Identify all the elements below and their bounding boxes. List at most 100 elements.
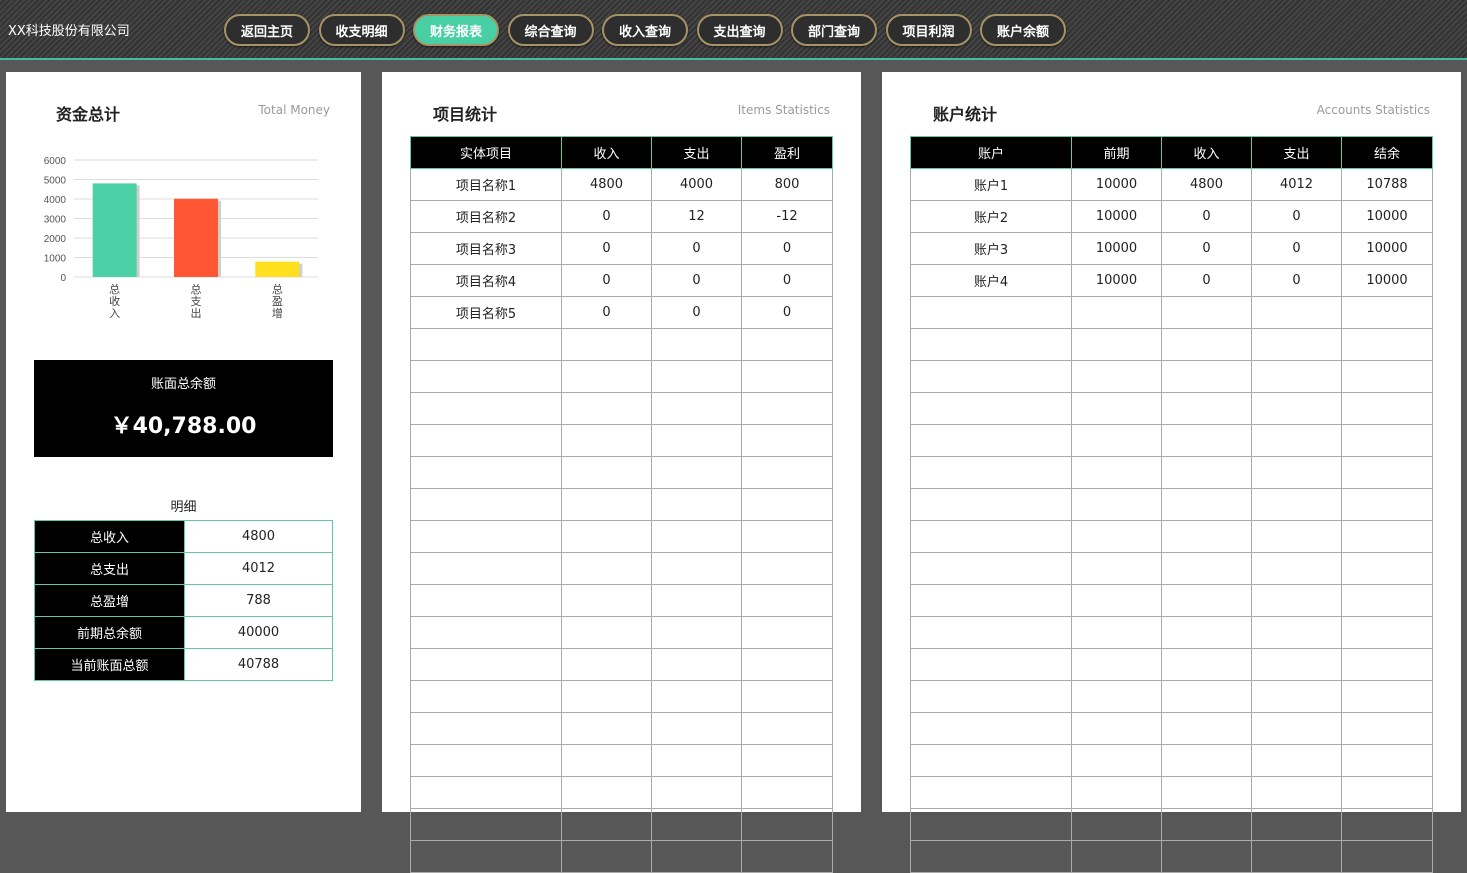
- accounts-cell: [910, 456, 1072, 489]
- items-cell: [741, 808, 833, 841]
- items-cell: [410, 360, 562, 393]
- category-label-glyph: 总: [109, 282, 120, 296]
- table-row: 账户4 10000 0 0 10000: [910, 264, 1433, 297]
- items-cell: [651, 424, 742, 457]
- items-column-header: 收入: [561, 136, 652, 169]
- nav-expense-query-button[interactable]: 支出查询: [696, 14, 783, 46]
- accounts-cell: [1071, 520, 1162, 553]
- nav-financial-report-button[interactable]: 财务报表: [413, 14, 499, 46]
- accounts-cell: [910, 520, 1072, 553]
- detail-label: 总支出: [34, 552, 185, 585]
- accounts-cell: [1071, 712, 1162, 745]
- items-cell: [651, 712, 742, 745]
- items-cell: [741, 520, 833, 553]
- accounts-cell: [1341, 808, 1433, 841]
- items-cell: [561, 392, 652, 425]
- items-cell: 项目名称1: [410, 168, 562, 201]
- accounts-cell: [1071, 584, 1162, 617]
- items-cell: [410, 648, 562, 681]
- nav-income-query-button[interactable]: 收入查询: [602, 14, 688, 46]
- items-cell: [741, 776, 833, 809]
- items-cell: [561, 744, 652, 777]
- items-cell: [741, 744, 833, 777]
- accounts-cell: [910, 616, 1072, 649]
- accounts-cell: [1251, 552, 1342, 585]
- accounts-cell: 0: [1161, 232, 1252, 265]
- table-row: 账户3 10000 0 0 10000: [910, 232, 1433, 265]
- accounts-cell: [1341, 296, 1433, 329]
- detail-title: 明细: [170, 500, 197, 515]
- balance-label: 账面总余额: [150, 377, 216, 392]
- money-panel-title: 资金总计: [56, 105, 121, 124]
- items-cell: [410, 680, 562, 713]
- table-row: 项目名称2 0 12 -12: [410, 200, 833, 233]
- items-cell: [410, 616, 562, 649]
- accounts-cell: 4800: [1161, 168, 1252, 201]
- items-cell: 0: [561, 296, 652, 329]
- accounts-cell: [1071, 296, 1162, 329]
- items-cell: [410, 584, 562, 617]
- accounts-cell: [1161, 296, 1252, 329]
- items-cell: [741, 328, 833, 361]
- accounts-cell: [1251, 616, 1342, 649]
- category-label-glyph: 增: [272, 306, 283, 320]
- nav-general-query-button[interactable]: 综合查询: [507, 14, 594, 46]
- accounts-cell: [1071, 808, 1162, 841]
- table-row: 项目名称3 0 0 0: [410, 232, 833, 265]
- accounts-cell: [1251, 456, 1342, 489]
- accounts-cell: [1161, 520, 1252, 553]
- items-cell: [561, 328, 652, 361]
- detail-row: 总收入 4800: [34, 520, 333, 553]
- bar: [174, 198, 218, 277]
- items-cell: 0: [561, 200, 652, 233]
- items-cell: [651, 776, 742, 809]
- accounts-cell: [1071, 744, 1162, 777]
- accounts-cell: [910, 328, 1072, 361]
- accounts-cell: [1341, 552, 1433, 585]
- nav-project-profit-button[interactable]: 项目利润: [885, 14, 972, 46]
- accounts-cell: 10000: [1071, 200, 1162, 233]
- accounts-cell: [1251, 296, 1342, 329]
- table-row: [410, 360, 833, 393]
- nav-transactions-button[interactable]: 收支明细: [318, 14, 405, 46]
- items-panel: 项目统计 Items Statistics 实体项目 收入 支出 盈利 项目名称1 48…: [382, 72, 861, 873]
- accounts-cell: 0: [1251, 200, 1342, 233]
- items-column-header: 支出: [651, 136, 742, 169]
- company-name: XX科技股份有限公司: [8, 24, 130, 39]
- table-row: [410, 840, 833, 873]
- y-tick-label: 3000: [44, 215, 67, 226]
- accounts-cell: [1161, 424, 1252, 457]
- nav-home-button[interactable]: 返回主页: [224, 14, 310, 46]
- items-cell: [651, 328, 742, 361]
- items-cell: 0: [561, 264, 652, 297]
- nav-account-balance-button[interactable]: 账户余额: [980, 14, 1066, 46]
- accounts-cell: [1341, 584, 1433, 617]
- nav-department-query-button[interactable]: 部门查询: [791, 14, 877, 46]
- items-table: 实体项目 收入 支出 盈利 项目名称1 4800 4000 800 项目名称2 0 12 -12 项目…: [410, 136, 833, 873]
- accounts-cell: 0: [1251, 232, 1342, 265]
- items-cell: [741, 584, 833, 617]
- items-cell: [561, 616, 652, 649]
- accounts-cell: 10000: [1071, 232, 1162, 265]
- accounts-cell: [1251, 712, 1342, 745]
- money-panel: 资金总计 Total Money 0 1000 2000 3000 4000 5000 60…: [6, 72, 361, 812]
- accounts-cell: [1161, 712, 1252, 745]
- accounts-cell: [1161, 680, 1252, 713]
- top-bar: XX科技股份有限公司 返回主页 收支明细 财务报表 综合查询 收入查询 支出查询…: [0, 0, 1467, 58]
- table-row: [410, 680, 833, 713]
- items-cell: [410, 808, 562, 841]
- accounts-cell: [1341, 616, 1433, 649]
- y-tick-label: 4000: [44, 195, 67, 206]
- accounts-cell: 10000: [1341, 232, 1433, 265]
- items-cell: [651, 456, 742, 489]
- items-cell: [561, 552, 652, 585]
- detail-label: 总盈增: [34, 584, 185, 617]
- category-label-glyph: 出: [191, 306, 202, 320]
- items-cell: [561, 520, 652, 553]
- items-cell: [410, 424, 562, 457]
- accounts-cell: [1251, 488, 1342, 521]
- accounts-cell: 账户1: [910, 168, 1072, 201]
- table-row: 账户1 10000 4800 4012 10788: [910, 168, 1433, 201]
- accounts-cell: 4012: [1251, 168, 1342, 201]
- items-cell: [561, 680, 652, 713]
